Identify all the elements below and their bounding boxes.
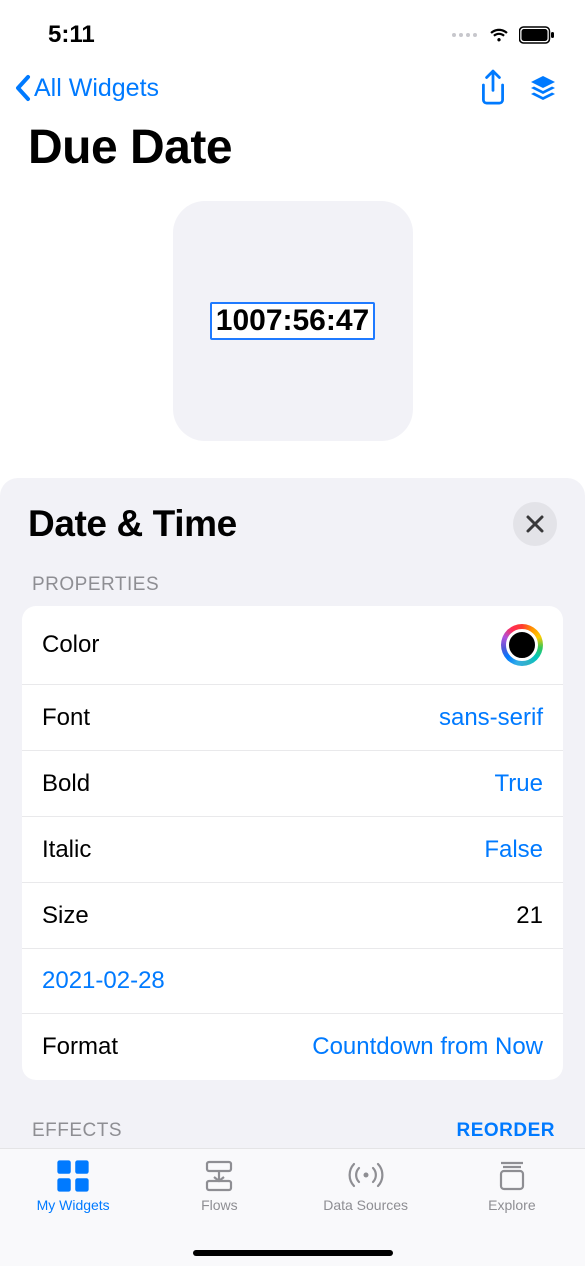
status-icons (452, 23, 555, 47)
color-picker-icon[interactable] (501, 624, 543, 666)
layers-button[interactable] (527, 70, 559, 106)
row-value: sans-serif (439, 704, 543, 732)
tab-label: My Widgets (37, 1197, 110, 1213)
grid-icon (54, 1159, 92, 1193)
status-time: 5:11 (48, 21, 95, 49)
explore-icon (493, 1159, 531, 1193)
row-color[interactable]: Color (22, 606, 563, 685)
nav-actions (477, 70, 559, 106)
flows-icon (200, 1159, 238, 1193)
countdown-text: 1007:56:47 (216, 304, 369, 337)
color-swatch (506, 629, 538, 661)
row-value: 2021-02-28 (42, 967, 165, 994)
countdown-element[interactable]: 1007:56:47 (210, 302, 375, 340)
row-label: Format (42, 1033, 118, 1061)
row-value: Countdown from Now (312, 1033, 543, 1061)
properties-sheet: Date & Time PROPERTIES Color Font sans-s… (0, 478, 585, 1148)
row-font[interactable]: Font sans-serif (22, 685, 563, 751)
row-date[interactable]: 2021-02-28 (22, 949, 563, 1014)
tab-label: Flows (201, 1197, 238, 1213)
close-button[interactable] (513, 502, 557, 546)
page-title: Due Date (0, 116, 585, 195)
row-label: Color (42, 631, 99, 659)
widget-preview[interactable]: 1007:56:47 (173, 201, 413, 441)
sheet-content[interactable]: PROPERTIES Color Font sans-serif Bold Tr… (0, 554, 585, 1148)
row-label: Italic (42, 836, 91, 864)
chevron-back-icon (14, 74, 32, 102)
sheet-title: Date & Time (28, 503, 237, 545)
wifi-icon (487, 23, 511, 47)
row-size[interactable]: Size 21 (22, 883, 563, 949)
cellular-dots-icon (452, 33, 477, 37)
tab-explore[interactable]: Explore (442, 1159, 582, 1213)
tab-label: Data Sources (323, 1197, 408, 1213)
tab-bar: My Widgets Flows Data Sources (0, 1148, 585, 1266)
sheet-header: Date & Time (0, 478, 585, 564)
tab-label: Explore (488, 1197, 535, 1213)
nav-bar: All Widgets (0, 60, 585, 116)
row-label: Font (42, 704, 90, 732)
antenna-icon (347, 1159, 385, 1193)
row-italic[interactable]: Italic False (22, 817, 563, 883)
battery-icon (519, 26, 555, 44)
home-indicator[interactable] (193, 1250, 393, 1256)
fade (0, 1128, 585, 1148)
status-bar: 5:11 (0, 0, 585, 60)
back-label: All Widgets (34, 74, 159, 103)
row-label: Size (42, 902, 89, 930)
row-format[interactable]: Format Countdown from Now (22, 1014, 563, 1080)
properties-list: Color Font sans-serif Bold True Italic F… (22, 606, 563, 1080)
row-value: True (495, 770, 543, 798)
row-value: False (484, 836, 543, 864)
section-label-properties: PROPERTIES (0, 554, 585, 606)
tab-my-widgets[interactable]: My Widgets (3, 1159, 143, 1213)
row-value: 21 (516, 902, 543, 930)
row-label: Bold (42, 770, 90, 798)
row-bold[interactable]: Bold True (22, 751, 563, 817)
back-button[interactable]: All Widgets (14, 74, 159, 103)
close-icon (524, 513, 546, 535)
tab-data-sources[interactable]: Data Sources (296, 1159, 436, 1213)
share-button[interactable] (477, 70, 509, 106)
widget-preview-container: 1007:56:47 (0, 195, 585, 465)
tab-flows[interactable]: Flows (149, 1159, 289, 1213)
